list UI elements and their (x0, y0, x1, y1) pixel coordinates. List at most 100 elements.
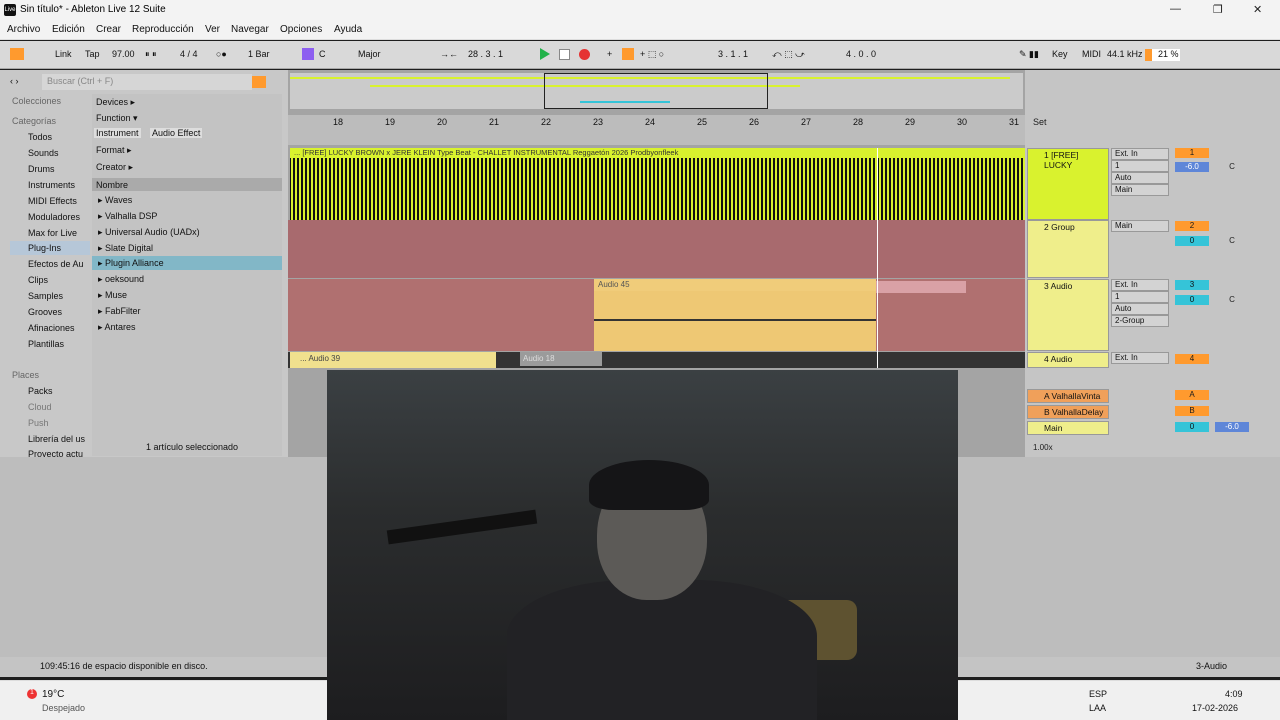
filter-instrument[interactable]: Instrument (94, 128, 141, 138)
list-item-selected[interactable]: ▸ Plugin Alliance (98, 258, 164, 269)
place-libreria[interactable]: Librería del us (28, 434, 85, 444)
set-button[interactable]: Set (1033, 117, 1047, 127)
scale-select[interactable]: Major (358, 49, 381, 59)
capture-icon[interactable]: + ⬚ ○ (640, 49, 664, 60)
monitor-auto[interactable]: Auto (1111, 303, 1169, 315)
lane-group[interactable] (288, 220, 1025, 278)
return-letter[interactable]: A (1175, 390, 1209, 400)
track-number[interactable]: 4 (1175, 354, 1209, 364)
lang[interactable]: ESP (1089, 689, 1107, 699)
category-afinaciones[interactable]: Afinaciones (28, 323, 75, 333)
place-push[interactable]: Push (28, 418, 49, 428)
category-plantillas[interactable]: Plantillas (28, 339, 64, 349)
filter-function[interactable]: Function ▾ (96, 113, 138, 124)
filter-audio-effect[interactable]: Audio Effect (150, 128, 203, 138)
track-number[interactable]: 1 (1175, 148, 1209, 158)
output-select[interactable]: Main (1111, 184, 1169, 196)
track-number[interactable]: 3 (1175, 280, 1209, 290)
category-midi-effects[interactable]: MIDI Effects (28, 196, 77, 206)
column-name[interactable]: Nombre (96, 180, 128, 190)
arrangement-position[interactable]: 28 . 3 . 1 (468, 49, 503, 59)
metronome-icon[interactable]: ○● (216, 49, 227, 59)
list-item[interactable]: ▸ FabFilter (98, 306, 141, 317)
category-drums[interactable]: Drums (28, 164, 55, 174)
pan-field[interactable]: C (1215, 236, 1249, 246)
automation-arm-icon[interactable] (622, 48, 634, 60)
scale-mode-icon[interactable] (302, 48, 314, 60)
list-item[interactable]: ▸ Waves (98, 195, 132, 206)
output-select[interactable]: Main (1111, 220, 1169, 232)
filter-format[interactable]: Format ▸ (96, 145, 132, 156)
category-efectos[interactable]: Efectos de Au (28, 259, 84, 269)
filter-devices[interactable]: Devices ▸ (96, 97, 135, 108)
nudge-icon[interactable]: ⏸ ⏸ (145, 49, 157, 60)
overview-strip[interactable] (290, 73, 1023, 109)
category-plug-ins[interactable]: Plug-Ins (28, 243, 61, 253)
category-sounds[interactable]: Sounds (28, 148, 59, 158)
menu-ver[interactable]: Ver (205, 24, 220, 35)
track-header-1[interactable]: 1 [FREE] LUCKY (1027, 148, 1109, 220)
return-b[interactable]: B ValhallaDelay (1027, 405, 1109, 419)
key-select[interactable]: C (319, 49, 326, 59)
minimize-icon[interactable]: — (1170, 3, 1181, 15)
track-header-2[interactable]: 2 Group (1027, 220, 1109, 278)
loop-start-field[interactable]: 3 . 1 . 1 (718, 49, 748, 59)
track-header-3[interactable]: 3 Audio (1027, 279, 1109, 351)
category-clips[interactable]: Clips (28, 275, 48, 285)
menu-crear[interactable]: Crear (96, 24, 121, 35)
input-select[interactable]: Ext. In (1111, 148, 1169, 160)
volume-field[interactable]: -6.0 (1175, 162, 1209, 172)
output-select[interactable]: 2-Group (1111, 315, 1169, 327)
link-view-icon[interactable] (10, 48, 24, 60)
play-icon[interactable] (540, 48, 550, 60)
clip-audio39[interactable]: ... Audio 39 (290, 352, 496, 368)
track-number[interactable]: 2 (1175, 221, 1209, 231)
clip-faded[interactable] (876, 281, 966, 293)
list-item[interactable]: ▸ Antares (98, 322, 136, 333)
close-icon[interactable]: ✕ (1253, 3, 1262, 16)
input-select[interactable]: Ext. In (1111, 279, 1169, 291)
restore-icon[interactable]: ❐ (1213, 3, 1223, 16)
menu-reproduccion[interactable]: Reproducción (132, 24, 194, 35)
meter-field[interactable]: 4 / 4 (180, 49, 198, 59)
input-select[interactable]: Ext. In (1111, 352, 1169, 364)
list-item[interactable]: ▸ oeksound (98, 274, 144, 285)
link-button[interactable]: Link (55, 49, 72, 59)
place-cloud[interactable]: Cloud (28, 402, 52, 412)
back-icon[interactable]: ‹ › (10, 76, 19, 86)
clip-audio18[interactable]: Audio 18 (520, 352, 602, 366)
place-packs[interactable]: Packs (28, 386, 53, 396)
clip-audio45[interactable]: Audio 45 (594, 279, 876, 351)
category-instruments[interactable]: Instruments (28, 180, 75, 190)
volume-field[interactable]: 0 (1175, 236, 1209, 246)
main-track[interactable]: Main (1027, 421, 1109, 435)
weather-temp[interactable]: 19°C (42, 689, 64, 700)
list-item[interactable]: ▸ Muse (98, 290, 127, 301)
category-todos[interactable]: Todos (28, 132, 52, 142)
menu-edicion[interactable]: Edición (52, 24, 85, 35)
menu-opciones[interactable]: Opciones (280, 24, 322, 35)
midi-map-button[interactable]: MIDI (1082, 49, 1101, 59)
pan-field[interactable]: C (1215, 162, 1249, 172)
main-volume[interactable]: 0 (1175, 422, 1209, 432)
stop-icon[interactable] (559, 49, 570, 60)
punch-icon[interactable]: ⤺ ⬚ ⤻ (772, 49, 805, 60)
quantize-select[interactable]: 1 Bar (248, 49, 270, 59)
category-moduladores[interactable]: Moduladores (28, 212, 80, 222)
menu-navegar[interactable]: Navegar (231, 24, 269, 35)
overview-viewport[interactable] (544, 73, 768, 109)
track-header-4[interactable]: 4 Audio (1027, 352, 1109, 368)
main-db[interactable]: -6.0 (1215, 422, 1249, 432)
zoom-level[interactable]: 1.00x (1033, 443, 1053, 452)
volume-field[interactable]: 0 (1175, 295, 1209, 305)
channel-select[interactable]: 1 (1111, 291, 1169, 303)
clock-time[interactable]: 4:09 (1225, 689, 1243, 699)
monitor-auto[interactable]: Auto (1111, 172, 1169, 184)
list-item[interactable]: ▸ Universal Audio (UADx) (98, 227, 200, 238)
category-samples[interactable]: Samples (28, 291, 63, 301)
list-item[interactable]: ▸ Valhalla DSP (98, 211, 157, 222)
follow-icon[interactable]: →← (440, 49, 458, 59)
record-icon[interactable] (579, 49, 590, 60)
pan-field[interactable]: C (1215, 295, 1249, 305)
overdub-icon[interactable]: + (607, 49, 612, 59)
